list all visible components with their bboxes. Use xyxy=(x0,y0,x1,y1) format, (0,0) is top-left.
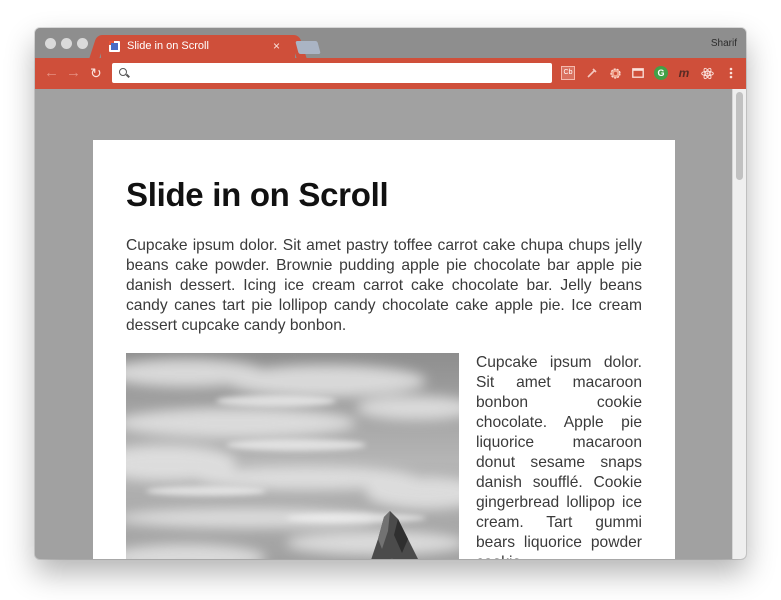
m-extension-icon[interactable]: m xyxy=(677,66,691,80)
search-icon xyxy=(119,68,127,76)
forward-arrow-icon[interactable]: → xyxy=(66,64,81,82)
intro-paragraph: Cupcake ipsum dolor. Sit amet pastry tof… xyxy=(126,237,642,334)
reload-icon[interactable]: ↻ xyxy=(90,64,102,82)
address-bar[interactable] xyxy=(112,63,552,83)
browser-toolbar: ← → ↻ Cb G m xyxy=(35,58,746,89)
codepen-favicon-icon xyxy=(109,41,120,52)
side-paragraph: Cupcake ipsum dolor. Sit amet macaroon b… xyxy=(476,354,642,559)
tab-title: Slide in on Scroll xyxy=(127,40,209,52)
profile-name[interactable]: Sharif xyxy=(711,38,737,49)
vertical-scrollbar[interactable] xyxy=(732,89,746,559)
grammarly-icon[interactable]: G xyxy=(654,66,668,80)
page-title: Slide in on Scroll xyxy=(126,176,389,213)
scrollbar-thumb[interactable] xyxy=(736,92,743,180)
eyedropper-icon[interactable] xyxy=(585,66,599,80)
tab-close-icon[interactable]: × xyxy=(273,39,280,53)
zoom-window-button[interactable] xyxy=(77,38,88,49)
more-menu-icon[interactable] xyxy=(724,66,738,80)
close-window-button[interactable] xyxy=(45,38,56,49)
gear-extension-icon[interactable] xyxy=(608,66,622,80)
browser-tab-active[interactable]: Slide in on Scroll × xyxy=(101,35,295,59)
title-bar: Slide in on Scroll × Sharif xyxy=(35,28,746,59)
new-tab-button[interactable] xyxy=(295,41,321,54)
page-viewport[interactable]: Slide in on Scroll Cupcake ipsum dolor. … xyxy=(35,89,746,559)
minimize-window-button[interactable] xyxy=(61,38,72,49)
content-card: Slide in on Scroll Cupcake ipsum dolor. … xyxy=(93,140,675,559)
react-devtools-icon[interactable] xyxy=(700,66,714,80)
mountain-photo xyxy=(126,353,459,559)
browser-window: Slide in on Scroll × Sharif ← → ↻ Cb G m xyxy=(35,28,746,559)
cb-extension-icon[interactable]: Cb xyxy=(561,66,575,80)
window-icon[interactable] xyxy=(631,66,645,80)
back-arrow-icon[interactable]: ← xyxy=(44,64,59,82)
